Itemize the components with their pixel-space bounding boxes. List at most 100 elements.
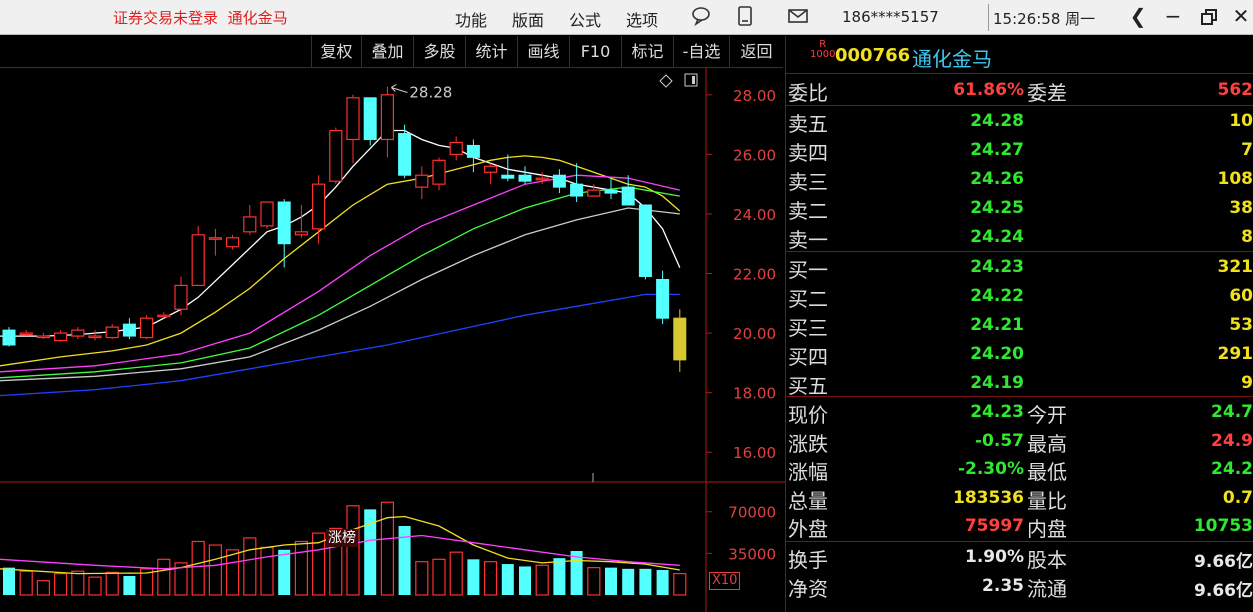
price-tick-label: 26.00 [733, 146, 776, 164]
volume-bar [294, 540, 308, 596]
mail-icon[interactable] [787, 5, 809, 32]
stat-value: 183536 [953, 487, 1024, 508]
order-ratio-label: 委比 [788, 81, 828, 105]
login-status[interactable]: 证券交易未登录 通化金马 [113, 7, 288, 28]
stat-row: 现价 24.23 今开 24.7 [786, 398, 1253, 427]
volume-bar [449, 551, 463, 596]
stat-label: 现价 [788, 403, 828, 427]
stat-label: 最高 [1027, 431, 1067, 456]
bid-volume: 291 [1217, 344, 1253, 364]
menu-options[interactable]: 选项 [626, 7, 658, 31]
stat-value: 24.2 [1211, 459, 1253, 480]
statistics-button[interactable]: 统计 [465, 36, 517, 68]
divider [786, 251, 1253, 252]
bid-price: 24.20 [970, 344, 1024, 364]
order-ratio-row: 委比 61.86% 委差 562 [786, 76, 1253, 105]
ask-row[interactable]: 卖三 24.26 108 [786, 165, 1253, 194]
volume-bar [467, 559, 480, 595]
volume-bar [656, 570, 669, 595]
menu-functions[interactable]: 功能 [455, 7, 487, 31]
chat-icon[interactable] [690, 5, 712, 32]
stat-row: 外盘 75997 内盘 10753 [786, 512, 1253, 542]
menu-formula[interactable]: 公式 [569, 7, 601, 31]
divider [786, 541, 1253, 542]
stat-row: 涨幅 -2.30% 最低 24.2 [786, 455, 1253, 484]
volume-bar [157, 558, 171, 596]
share-stat-row: 净资 2.35 流通 9.66亿 [786, 572, 1253, 601]
volume-bar [105, 571, 119, 596]
minimize-icon[interactable]: − [1161, 4, 1185, 28]
volume-bar [3, 567, 15, 595]
price-tick-label: 22.00 [733, 266, 776, 284]
bid-row[interactable]: 买四 24.20 291 [786, 340, 1253, 369]
stock-name[interactable]: 通化金马 [912, 43, 992, 72]
bid-volume: 60 [1229, 286, 1253, 306]
kline-chart[interactable]: 28.00 26.00 24.00 22.00 20.00 18.00 16.00 70000… [0, 68, 785, 612]
bid-volume: 321 [1217, 257, 1253, 277]
candle [140, 315, 154, 340]
divider [786, 105, 1253, 106]
share-stat-row: 换手 1.90% 股本 9.66亿 [786, 543, 1253, 572]
stat-label: 内盘 [1027, 517, 1067, 542]
ask-price: 24.27 [970, 140, 1024, 160]
mark-button[interactable]: 标记 [621, 36, 673, 68]
stat-value: 2.35 [982, 576, 1024, 596]
bid-level-label: 买一 [788, 258, 828, 282]
bid-row[interactable]: 买三 24.21 53 [786, 311, 1253, 340]
volume-bar [622, 568, 635, 595]
user-phone[interactable]: 186****5157 [842, 8, 939, 26]
remove-watchlist-button[interactable]: -自选 [673, 36, 729, 68]
bid-price: 24.22 [970, 286, 1024, 306]
stat-label: 总量 [788, 488, 828, 513]
ask-row[interactable]: 卖四 24.27 7 [786, 136, 1253, 165]
bid-row[interactable]: 买一 24.23 321 [786, 253, 1253, 282]
ask-row[interactable]: 卖二 24.25 38 [786, 194, 1253, 223]
price-tick-label: 16.00 [733, 444, 776, 462]
menu-layout[interactable]: 版面 [512, 7, 544, 31]
stat-value: 9.66亿 [1194, 552, 1253, 572]
multi-stock-button[interactable]: 多股 [413, 36, 465, 68]
candle [363, 97, 377, 146]
ask-price: 24.25 [970, 198, 1024, 218]
overlay-button[interactable]: 叠加 [361, 36, 413, 68]
titlebar-divider [988, 4, 989, 31]
order-diff-value: 562 [1217, 80, 1253, 100]
ask-level-label: 卖二 [788, 199, 828, 223]
ask-volume: 10 [1229, 111, 1253, 131]
restore-icon[interactable] [1197, 4, 1221, 31]
stat-value: 24.9 [1211, 430, 1253, 451]
ask-volume: 108 [1217, 169, 1253, 189]
price-tick-label: 18.00 [733, 385, 776, 403]
restore-rights-button[interactable]: 复权 [311, 36, 361, 68]
ask-volume: 8 [1241, 227, 1253, 247]
bid-volume: 9 [1241, 373, 1253, 393]
kline-chart-canvas[interactable]: 28.00 26.00 24.00 22.00 20.00 18.00 16.00 70000… [0, 68, 785, 612]
bid-row[interactable]: 买五 24.19 9 [786, 369, 1253, 398]
gainers-badge[interactable]: 涨榜 [326, 529, 358, 547]
volume-bar [19, 570, 33, 596]
stat-label: 量比 [1027, 488, 1067, 513]
clock: 15:26:58 周一 [993, 10, 1096, 28]
volume-multiplier[interactable]: X10 [709, 572, 741, 590]
stat-value: 24.23 [970, 402, 1024, 422]
back-icon[interactable]: ❮ [1126, 4, 1150, 28]
volume-bar [519, 566, 531, 595]
volume-bar [278, 549, 291, 595]
candle [191, 225, 205, 287]
f10-button[interactable]: F10 [569, 36, 621, 68]
draw-line-button[interactable]: 画线 [517, 36, 569, 68]
bid-level-label: 买二 [788, 287, 828, 311]
phone-icon[interactable] [736, 5, 754, 32]
stat-value: 0.7 [1222, 487, 1253, 508]
ask-level-label: 卖四 [788, 141, 828, 165]
ask-price: 24.26 [970, 169, 1024, 189]
ask-row[interactable]: 卖五 24.28 10 [786, 107, 1253, 136]
volume-bar [191, 540, 205, 596]
ask-row[interactable]: 卖一 24.24 8 [786, 223, 1253, 252]
bid-row[interactable]: 买二 24.22 60 [786, 282, 1253, 311]
volume-tick-label: 70000 [728, 504, 776, 522]
quote-header: R 1000 000766 通化金马 [786, 36, 1253, 74]
close-icon[interactable]: ✕ [1229, 4, 1253, 28]
back-button[interactable]: 返回 [729, 36, 783, 68]
divider [786, 396, 1253, 397]
